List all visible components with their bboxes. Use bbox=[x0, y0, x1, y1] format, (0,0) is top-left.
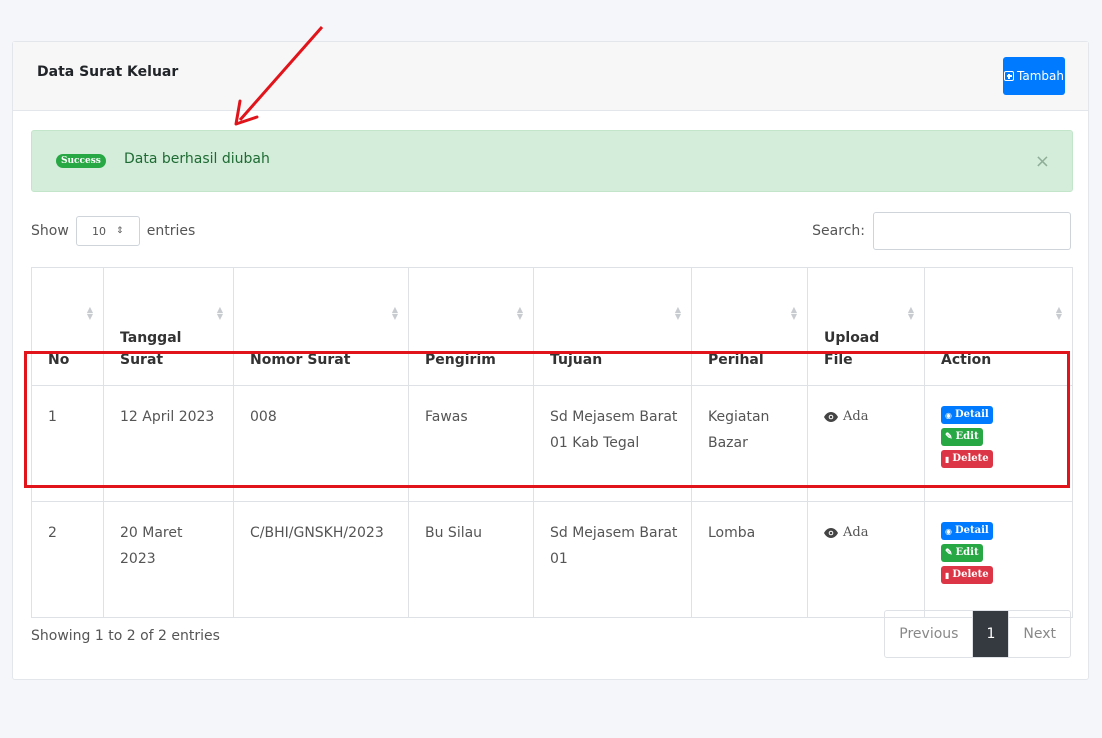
cell-nomor: C/BHI/GNSKH/2023 bbox=[233, 501, 409, 618]
edit-label: Edit bbox=[955, 431, 979, 442]
cell-perihal: Kegiatan Bazar bbox=[691, 385, 808, 502]
eye-icon: ◉ bbox=[945, 526, 952, 536]
cell-pengirim: Fawas bbox=[408, 385, 534, 502]
detail-button[interactable]: ◉ Detail bbox=[941, 406, 993, 424]
eye-icon: ◉ bbox=[945, 410, 952, 420]
edit-button[interactable]: ✎ Edit bbox=[941, 428, 983, 446]
sort-icon: ▲ ▼ bbox=[216, 305, 223, 321]
edit-icon: ✎ bbox=[945, 548, 953, 558]
table-row: 1 12 April 2023 008 Fawas Sd Mejasem Bar… bbox=[31, 385, 1073, 502]
column-header-upload[interactable]: Upload File ▲ ▼ bbox=[807, 267, 925, 386]
column-header-tujuan[interactable]: Tujuan ▲ ▼ bbox=[533, 267, 692, 386]
search-label: Search: bbox=[812, 223, 865, 239]
sort-icon: ▲ ▼ bbox=[1055, 305, 1062, 321]
column-header-perihal[interactable]: Perihal ▲ ▼ bbox=[691, 267, 808, 386]
entries-select[interactable]: 10 ⇕ bbox=[75, 216, 140, 246]
cell-perihal: Lomba bbox=[691, 501, 808, 618]
upload-file-link[interactable]: Ada bbox=[824, 404, 912, 430]
delete-label: Delete bbox=[952, 453, 989, 464]
page-1-button[interactable]: 1 bbox=[972, 611, 1009, 657]
search-box: Search: bbox=[812, 212, 1071, 250]
surat-table: No ▲ ▼ Tanggal Surat ▲ ▼ Nomor Surat ▲ ▼ Pengi… bbox=[31, 267, 1073, 618]
column-header-nomor[interactable]: Nomor Surat ▲ ▼ bbox=[233, 267, 409, 386]
eye-icon bbox=[824, 528, 838, 538]
table-info: Showing 1 to 2 of 2 entries bbox=[31, 628, 220, 644]
cell-tanggal: 12 April 2023 bbox=[103, 385, 234, 502]
plus-square-icon bbox=[1004, 71, 1015, 81]
upload-file-link[interactable]: Ada bbox=[824, 520, 912, 546]
sort-icon: ▲ ▼ bbox=[86, 305, 93, 321]
sort-icon: ▲ ▼ bbox=[516, 305, 523, 321]
card-title: Data Surat Keluar bbox=[37, 64, 179, 80]
entries-label: entries bbox=[146, 223, 196, 239]
previous-button[interactable]: Previous bbox=[885, 611, 972, 657]
close-icon[interactable]: × bbox=[1035, 151, 1050, 172]
tambah-button[interactable]: Tambah bbox=[1003, 57, 1065, 95]
show-label: Show bbox=[31, 223, 69, 239]
table-row: 2 20 Maret 2023 C/BHI/GNSKH/2023 Bu Sila… bbox=[31, 501, 1073, 618]
cell-pengirim: Bu Silau bbox=[408, 501, 534, 618]
cell-tanggal: 20 Maret 2023 bbox=[103, 501, 234, 618]
cell-tujuan: Sd Mejasem Barat 01 Kab Tegal bbox=[533, 385, 692, 502]
column-header-pengirim[interactable]: Pengirim ▲ ▼ bbox=[408, 267, 534, 386]
search-input[interactable] bbox=[873, 212, 1071, 250]
card-header: Data Surat Keluar Tambah bbox=[13, 42, 1088, 111]
alert-message: Data berhasil diubah bbox=[124, 151, 270, 167]
edit-icon: ✎ bbox=[945, 432, 953, 442]
delete-button[interactable]: ▮ Delete bbox=[941, 450, 993, 468]
detail-label: Detail bbox=[954, 525, 989, 536]
tambah-button-label: Tambah bbox=[1017, 69, 1064, 83]
upload-status: Ada bbox=[843, 409, 869, 424]
cell-no: 1 bbox=[31, 385, 104, 502]
sort-icon: ▲ ▼ bbox=[790, 305, 797, 321]
select-arrows-icon: ⇕ bbox=[116, 226, 124, 236]
cell-tujuan: Sd Mejasem Barat 01 bbox=[533, 501, 692, 618]
cell-upload: Ada bbox=[807, 501, 925, 618]
edit-button[interactable]: ✎ Edit bbox=[941, 544, 983, 562]
cell-no: 2 bbox=[31, 501, 104, 618]
delete-button[interactable]: ▮ Delete bbox=[941, 566, 993, 584]
upload-status: Ada bbox=[843, 525, 869, 540]
detail-label: Detail bbox=[954, 409, 989, 420]
column-header-tanggal[interactable]: Tanggal Surat ▲ ▼ bbox=[103, 267, 234, 386]
table-header-row: No ▲ ▼ Tanggal Surat ▲ ▼ Nomor Surat ▲ ▼ Pengi… bbox=[31, 267, 1073, 386]
entries-value: 10 bbox=[92, 224, 106, 238]
pagination: Previous 1 Next bbox=[884, 610, 1071, 658]
surat-keluar-card: Data Surat Keluar Tambah Success Data be… bbox=[12, 41, 1089, 680]
sort-icon: ▲ ▼ bbox=[391, 305, 398, 321]
show-entries: Show 10 ⇕ entries bbox=[31, 216, 195, 246]
trash-icon: ▮ bbox=[945, 454, 950, 464]
cell-action: ◉ Detail ✎ Edit ▮ Delete bbox=[924, 501, 1073, 618]
column-header-no[interactable]: No ▲ ▼ bbox=[31, 267, 104, 386]
detail-button[interactable]: ◉ Detail bbox=[941, 522, 993, 540]
success-badge: Success bbox=[56, 154, 106, 168]
delete-label: Delete bbox=[952, 569, 989, 580]
cell-nomor: 008 bbox=[233, 385, 409, 502]
success-alert: Success Data berhasil diubah × bbox=[31, 130, 1073, 192]
sort-icon: ▲ ▼ bbox=[674, 305, 681, 321]
trash-icon: ▮ bbox=[945, 570, 950, 580]
sort-icon: ▲ ▼ bbox=[907, 305, 914, 321]
cell-action: ◉ Detail ✎ Edit ▮ Delete bbox=[924, 385, 1073, 502]
edit-label: Edit bbox=[955, 547, 979, 558]
column-header-action[interactable]: Action ▲ ▼ bbox=[924, 267, 1073, 386]
cell-upload: Ada bbox=[807, 385, 925, 502]
eye-icon bbox=[824, 412, 838, 422]
next-button[interactable]: Next bbox=[1008, 611, 1070, 657]
